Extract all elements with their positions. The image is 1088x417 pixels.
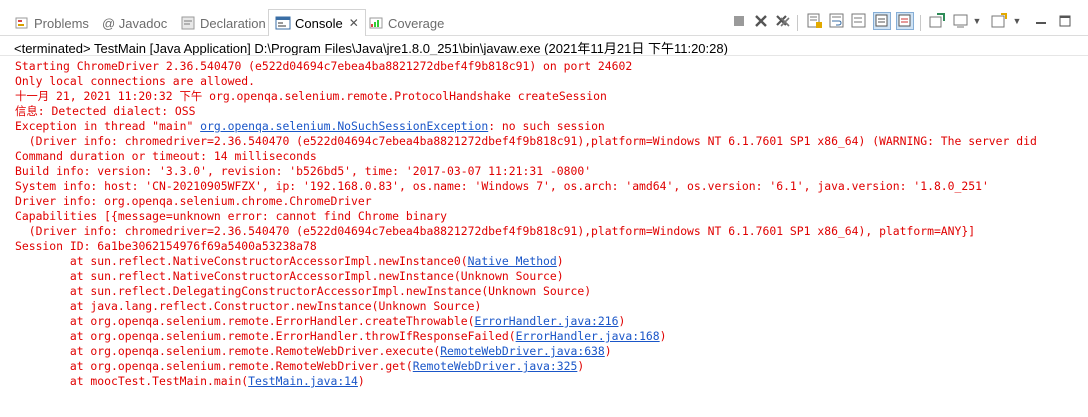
console-line: Exception in thread "main" org.openqa.se… [15, 119, 1037, 134]
tab-console[interactable]: Console ✕ [268, 9, 366, 36]
stack-trace-link[interactable]: TestMain.java:14 [248, 374, 358, 388]
console-line: at org.openqa.selenium.remote.RemoteWebD… [15, 344, 1037, 359]
console-text: ) [618, 314, 626, 328]
toolbar-separator [920, 15, 921, 31]
chevron-down-icon[interactable]: ▼ [972, 12, 982, 30]
console-line: at sun.reflect.NativeConstructorAccessor… [15, 269, 1037, 284]
tab-label: Console [295, 15, 343, 31]
console-line: 信息: Detected dialect: OSS [15, 104, 1037, 119]
console-line: Only local connections are allowed. [15, 74, 1037, 89]
console-text: Only local connections are allowed. [15, 74, 256, 88]
stack-trace-link[interactable]: Native Method [468, 254, 557, 268]
console-line: at sun.reflect.NativeConstructorAccessor… [15, 254, 1037, 269]
open-console-icon[interactable] [990, 12, 1008, 30]
console-text: at moocTest.TestMain.main( [15, 374, 249, 388]
console-line: Command duration or timeout: 14 millisec… [15, 149, 1037, 164]
toolbar-separator [797, 15, 798, 31]
tab-label: @ Javadoc [102, 15, 168, 31]
console-text: 十一月 21, 2021 11:20:32 下午 org.openqa.sele… [15, 89, 607, 103]
declaration-icon [180, 15, 196, 31]
scroll-lock-icon[interactable] [806, 12, 824, 30]
terminate-icon[interactable] [730, 12, 748, 30]
console-line: Starting ChromeDriver 2.36.540470 (e522d… [15, 59, 1037, 74]
console-text: Exception in thread "main" [15, 119, 201, 133]
console-line: at org.openqa.selenium.remote.RemoteWebD… [15, 359, 1037, 374]
console-line: at moocTest.TestMain.main(TestMain.java:… [15, 374, 1037, 389]
console-line: Build info: version: '3.3.0', revision: … [15, 164, 1037, 179]
console-text: Driver info: org.openqa.selenium.chrome.… [15, 194, 372, 208]
console-line: System info: host: 'CN-20210905WFZX', ip… [15, 179, 1037, 194]
console-text: System info: host: 'CN-20210905WFZX', ip… [15, 179, 989, 193]
console-line: Session ID: 6a1be3062154976f69a5400a5323… [15, 239, 1037, 254]
display-console-icon[interactable] [952, 12, 970, 30]
tab-javadoc[interactable]: @ Javadoc [96, 10, 173, 36]
coverage-icon [368, 15, 384, 31]
tab-label: Declaration [200, 15, 266, 31]
console-text: ) [577, 359, 585, 373]
launch-status-line: <terminated> TestMain [Java Application]… [14, 41, 728, 56]
console-text: at java.lang.reflect.Constructor.newInst… [15, 299, 482, 313]
show-on-stderr-icon[interactable] [896, 12, 914, 30]
console-text: (Driver info: chromedriver=2.36.540470 (… [15, 224, 976, 238]
console-line: at java.lang.reflect.Constructor.newInst… [15, 299, 1037, 314]
console-text: (Driver info: chromedriver=2.36.540470 (… [15, 134, 1037, 148]
remove-launch-icon[interactable] [752, 12, 770, 30]
show-on-stdout-icon[interactable] [873, 12, 891, 30]
console-line: 十一月 21, 2021 11:20:32 下午 org.openqa.sele… [15, 89, 1037, 104]
stack-trace-link[interactable]: ErrorHandler.java:216 [474, 314, 618, 328]
console-text: at org.openqa.selenium.remote.RemoteWebD… [15, 359, 413, 373]
console-text: at org.openqa.selenium.remote.ErrorHandl… [15, 314, 475, 328]
view-tab-bar: Problems @ Javadoc Declaration Console ✕… [0, 0, 1088, 36]
console-text: at sun.reflect.DelegatingConstructorAcce… [15, 284, 592, 298]
console-text: Capabilities [{message=unknown error: ca… [15, 209, 448, 223]
tab-declaration[interactable]: Declaration [174, 10, 272, 36]
console-line: Capabilities [{message=unknown error: ca… [15, 209, 1037, 224]
remove-all-terminated-icon[interactable] [774, 12, 792, 30]
console-output[interactable]: Starting ChromeDriver 2.36.540470 (e522d… [0, 55, 1088, 417]
console-text: at sun.reflect.NativeConstructorAccessor… [15, 254, 468, 268]
maximize-icon[interactable] [1056, 12, 1074, 30]
minimize-icon[interactable] [1032, 12, 1050, 30]
console-text: ) [357, 374, 365, 388]
tab-coverage[interactable]: Coverage [362, 10, 450, 36]
console-line: at org.openqa.selenium.remote.ErrorHandl… [15, 329, 1037, 344]
console-text: at org.openqa.selenium.remote.RemoteWebD… [15, 344, 441, 358]
console-line: Driver info: org.openqa.selenium.chrome.… [15, 194, 1037, 209]
console-text: : no such session [488, 119, 605, 133]
console-icon [275, 15, 291, 31]
console-lines: Starting ChromeDriver 2.36.540470 (e522d… [15, 59, 1037, 389]
word-wrap-icon[interactable] [828, 12, 846, 30]
close-icon[interactable]: ✕ [349, 16, 359, 30]
console-line: (Driver info: chromedriver=2.36.540470 (… [15, 224, 1037, 239]
chevron-down-icon[interactable]: ▼ [1012, 12, 1022, 30]
tab-label: Problems [34, 15, 89, 31]
console-text: Session ID: 6a1be3062154976f69a5400a5323… [15, 239, 317, 253]
console-text: ) [659, 329, 667, 343]
console-text: Command duration or timeout: 14 millisec… [15, 149, 317, 163]
stack-trace-link[interactable]: ErrorHandler.java:168 [516, 329, 660, 343]
console-text: at sun.reflect.NativeConstructorAccessor… [15, 269, 564, 283]
console-line: at sun.reflect.DelegatingConstructorAcce… [15, 284, 1037, 299]
console-line: at org.openqa.selenium.remote.ErrorHandl… [15, 314, 1037, 329]
console-text: ) [556, 254, 564, 268]
tab-label: Coverage [388, 15, 445, 31]
stack-trace-link[interactable]: RemoteWebDriver.java:638 [440, 344, 605, 358]
stack-trace-link[interactable]: org.openqa.selenium.NoSuchSessionExcepti… [200, 119, 488, 133]
console-text: at org.openqa.selenium.remote.ErrorHandl… [15, 329, 516, 343]
pin-icon[interactable] [928, 12, 946, 30]
console-text: ) [604, 344, 612, 358]
console-line: (Driver info: chromedriver=2.36.540470 (… [15, 134, 1037, 149]
pin-console-icon[interactable] [850, 12, 868, 30]
console-text: Starting ChromeDriver 2.36.540470 (e522d… [15, 59, 633, 73]
console-text: Build info: version: '3.3.0', revision: … [15, 164, 592, 178]
console-text: 信息: Detected dialect: OSS [15, 104, 196, 118]
problems-icon [14, 15, 30, 31]
tab-problems[interactable]: Problems [8, 10, 95, 36]
stack-trace-link[interactable]: RemoteWebDriver.java:325 [413, 359, 578, 373]
